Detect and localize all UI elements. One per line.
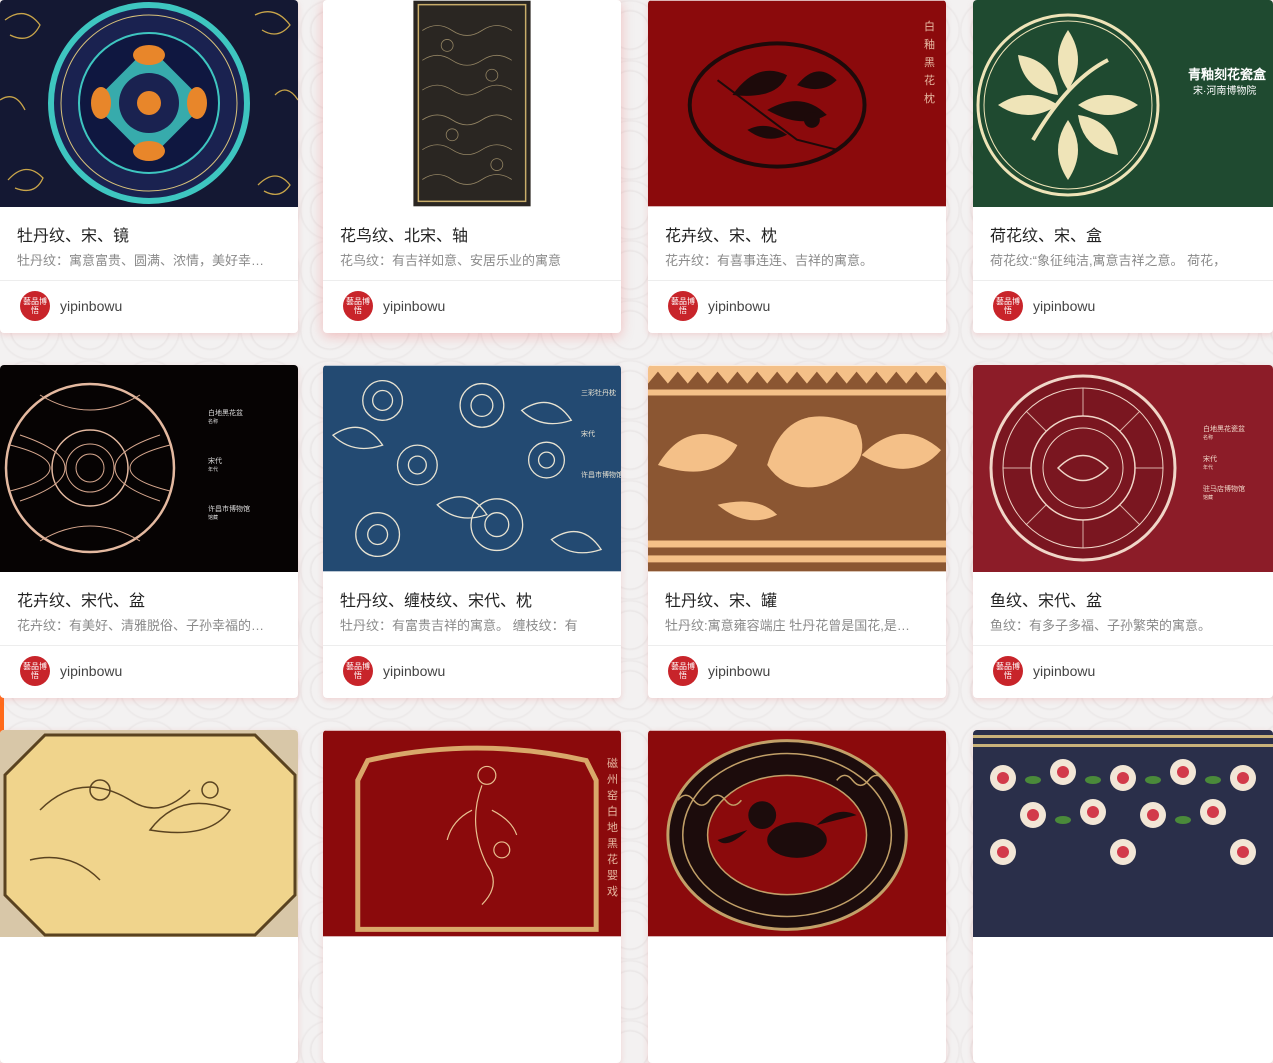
caption-line: 年代 [208,467,219,473]
card-image: 白釉黑花枕 [648,0,946,207]
image-caption: 磁州窑白地黑花婴戏 [607,758,618,898]
pattern-card[interactable]: 磁州窑白地黑花婴戏 [323,730,621,1063]
card-divider [0,280,298,281]
card-divider [323,645,621,646]
card-title: 花卉纹、宋、枕 [665,228,778,245]
card-description: 荷花纹:“象征纯洁,寓意吉祥之意。 荷花， [990,253,1227,268]
author-name: yipinbowu [60,298,123,314]
card-title: 牡丹纹、宋、镜 [17,228,130,245]
card-description: 牡丹纹:寓意雍容端庄 牡丹花曾是国花,是富贵 [665,618,918,633]
card-image: 青釉刻花瓷盒 宋·河南博物院 [973,0,1273,207]
pattern-card[interactable]: 三彩牡丹枕 宋代 许昌市博物馆 牡丹纹、缠枝纹、宋代、枕 牡丹纹：有富贵吉祥的寓… [323,365,621,698]
author-avatar: 藝品博悟 [20,291,50,321]
image-caption-list: 三彩牡丹枕 宋代 许昌市博物馆 [581,389,621,480]
card-description: 花鸟纹：有吉祥如意、安居乐业的寓意 [340,253,562,268]
card-title: 花卉纹、宋代、盆 [17,593,146,610]
author-avatar: 藝品博悟 [20,656,50,686]
card-divider [648,280,946,281]
card-image: 三彩牡丹枕 宋代 许昌市博物馆 [323,365,621,572]
author-avatar: 藝品博悟 [993,656,1023,686]
caption-line: 名称 [208,419,219,425]
caption-line: 馆藏 [208,515,219,521]
card-author[interactable]: 藝品博悟 yipinbowu [993,655,1095,687]
card-description: 鱼纹：有多子多福、子孙繁荣的寓意。 [990,618,1212,633]
author-avatar: 藝品博悟 [343,291,373,321]
image-caption-list: 白地黑花盆 名称 宋代 年代 许昌市博物馆 馆藏 [208,409,250,523]
caption-line: 宋代 [1203,456,1217,463]
author-name: yipinbowu [60,663,123,679]
pattern-card[interactable]: 白釉黑花枕 花卉纹、宋、枕 花卉纹：有喜事连连、吉祥的寓意。 藝品博悟 yipi… [648,0,946,333]
card-divider [0,645,298,646]
card-image [0,730,298,937]
card-title: 花鸟纹、北宋、轴 [340,228,469,245]
card-image [973,730,1273,937]
pattern-card[interactable] [973,730,1273,1063]
card-image [323,0,621,207]
image-caption-list: 白地黑花瓷盆 名称 宋代 年代 驻马店博物馆 馆藏 [1203,425,1245,503]
author-name: yipinbowu [383,298,446,314]
caption-line: 年代 [1203,465,1214,471]
card-image: 白地黑花盆 名称 宋代 年代 许昌市博物馆 馆藏 [0,365,298,572]
card-image: 磁州窑白地黑花婴戏 [323,730,621,937]
author-name: yipinbowu [708,298,771,314]
card-title: 鱼纹、宋代、盆 [990,593,1103,610]
author-avatar: 藝品博悟 [668,656,698,686]
pattern-card[interactable]: 牡丹纹、宋、罐 牡丹纹:寓意雍容端庄 牡丹花曾是国花,是富贵 藝品博悟 yipi… [648,365,946,698]
author-name: yipinbowu [708,663,771,679]
card-title: 荷花纹、宋、盒 [990,228,1103,245]
author-avatar: 藝品博悟 [993,291,1023,321]
card-image [648,730,946,937]
caption-line: 驻马店博物馆 [1203,486,1245,493]
caption-line: 宋代 [208,458,222,465]
card-author[interactable]: 藝品博悟 yipinbowu [668,655,770,687]
card-author[interactable]: 藝品博悟 yipinbowu [20,655,122,687]
image-subtitle: 宋·河南博物院 [1193,86,1257,97]
pattern-card[interactable]: 白地黑花瓷盆 名称 宋代 年代 驻马店博物馆 馆藏 鱼纹、宋代、盆 鱼纹：有多子… [973,365,1273,698]
caption-line: 名称 [1203,435,1214,441]
pattern-card[interactable]: 花鸟纹、北宋、轴 花鸟纹：有吉祥如意、安居乐业的寓意 藝品博悟 yipinbow… [323,0,621,333]
caption-line: 许昌市博物馆 [581,472,621,479]
pattern-card[interactable]: 青釉刻花瓷盒 宋·河南博物院 荷花纹、宋、盒 荷花纹:“象征纯洁,寓意吉祥之意。… [973,0,1273,333]
card-image: 白地黑花瓷盆 名称 宋代 年代 驻马店博物馆 馆藏 [973,365,1273,572]
author-avatar: 藝品博悟 [343,656,373,686]
caption-line: 白地黑花瓷盆 [1203,426,1245,433]
caption-line: 三彩牡丹枕 [581,390,616,397]
card-image [0,0,298,207]
card-divider [973,645,1273,646]
card-author[interactable]: 藝品博悟 yipinbowu [343,655,445,687]
card-title: 牡丹纹、宋、罐 [665,593,778,610]
pattern-card[interactable]: 白地黑花盆 名称 宋代 年代 许昌市博物馆 馆藏 花卉纹、宋代、盆 花卉纹：有美… [0,365,298,698]
card-description: 牡丹纹：寓意富贵、圆满、浓情，美好幸福。 [17,253,270,268]
caption-line: 许昌市博物馆 [208,506,250,513]
card-description: 花卉纹：有美好、清雅脱俗、子孙幸福的寓意。 [17,618,270,633]
card-author[interactable]: 藝品博悟 yipinbowu [668,290,770,322]
card-divider [648,645,946,646]
pattern-card[interactable]: 牡丹纹、宋、镜 牡丹纹：寓意富贵、圆满、浓情，美好幸福。 藝品博悟 yipinb… [0,0,298,333]
caption-line: 白地黑花盆 [208,410,243,417]
card-author[interactable]: 藝品博悟 yipinbowu [993,290,1095,322]
card-author[interactable]: 藝品博悟 yipinbowu [343,290,445,322]
author-name: yipinbowu [1033,298,1096,314]
card-title: 牡丹纹、缠枝纹、宋代、枕 [340,593,533,610]
caption-line: 宋代 [581,431,595,438]
author-name: yipinbowu [1033,663,1096,679]
pattern-card[interactable] [648,730,946,1063]
image-caption: 白釉黑花枕 [924,21,935,105]
pattern-card[interactable] [0,730,298,1063]
card-divider [323,280,621,281]
card-author[interactable]: 藝品博悟 yipinbowu [20,290,122,322]
author-name: yipinbowu [383,663,446,679]
card-description: 花卉纹：有喜事连连、吉祥的寓意。 [665,253,874,268]
card-description: 牡丹纹：有富贵吉祥的寓意。 缠枝纹：有 [340,618,578,633]
author-avatar: 藝品博悟 [668,291,698,321]
card-image [648,365,946,572]
caption-line: 馆藏 [1203,495,1214,501]
card-divider [973,280,1273,281]
image-title: 青釉刻花瓷盒 [1188,67,1267,82]
